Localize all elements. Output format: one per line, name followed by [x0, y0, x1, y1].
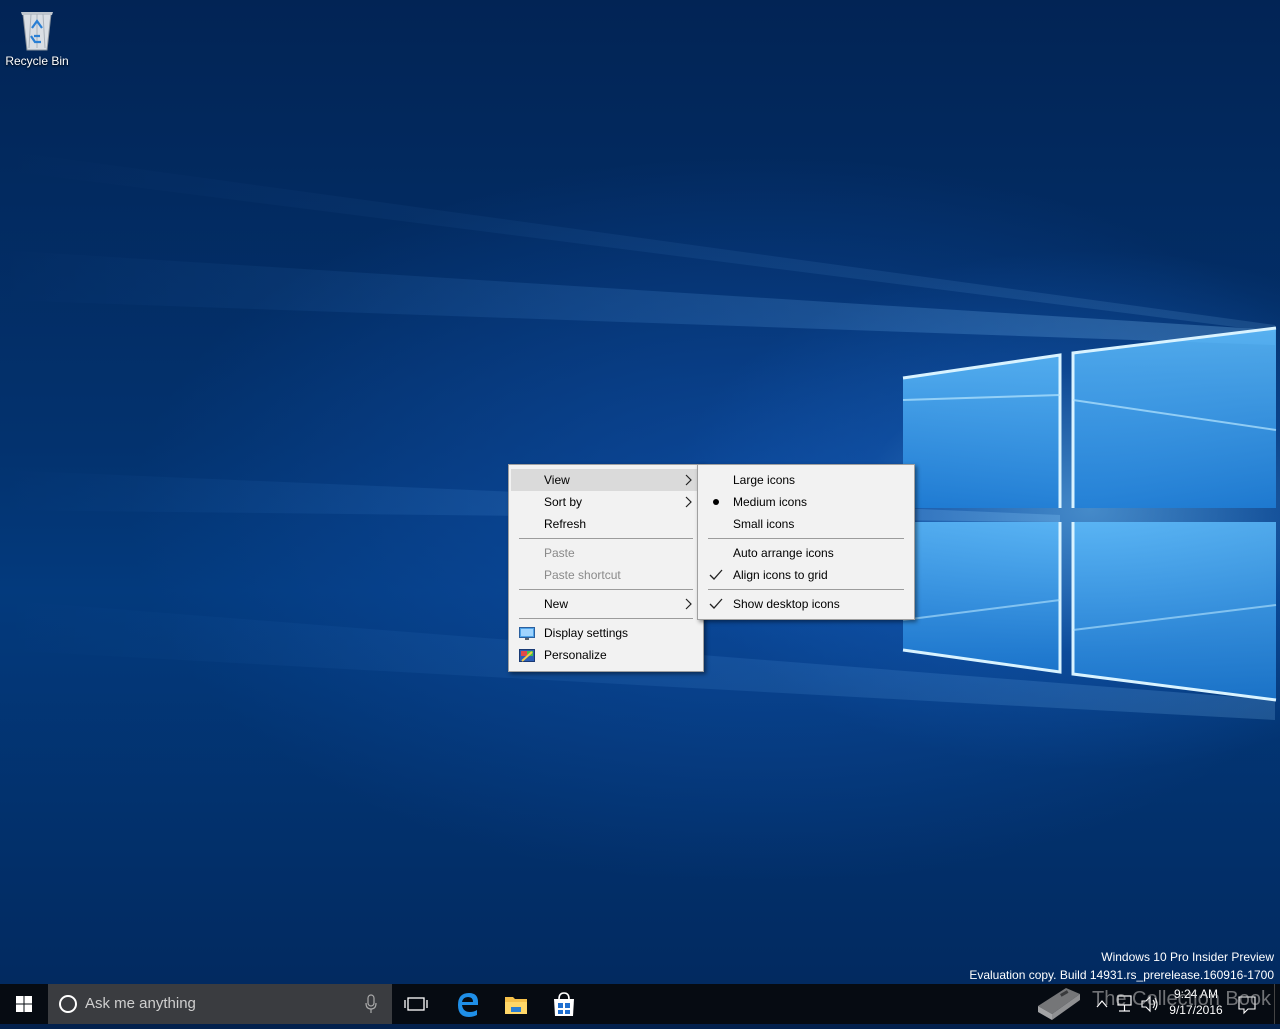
search-placeholder: Ask me anything: [85, 995, 196, 1012]
menu-item-personalize-label: Personalize: [544, 648, 607, 662]
menu-item-personalize[interactable]: Personalize: [511, 644, 701, 666]
menu-separator: [708, 589, 904, 590]
menu-item-align-icons-to-grid-label: Align icons to grid: [733, 568, 828, 582]
menu-item-auto-arrange-icons-label: Auto arrange icons: [733, 546, 834, 560]
menu-separator: [519, 589, 693, 590]
microphone-icon[interactable]: [364, 994, 378, 1014]
menu-item-view-label: View: [544, 473, 570, 487]
menu-item-medium-icons-label: Medium icons: [733, 495, 808, 509]
menu-item-view[interactable]: View: [511, 469, 701, 491]
collection-book-text: The Collection Book: [1092, 988, 1271, 1010]
task-view-icon: [404, 997, 428, 1011]
cortana-search-box[interactable]: Ask me anything: [48, 984, 392, 1024]
recycle-bin-label: Recycle Bin: [5, 54, 69, 68]
menu-item-sort-by[interactable]: Sort by: [511, 491, 701, 513]
menu-item-paste-label: Paste: [544, 546, 575, 560]
menu-item-show-desktop-icons[interactable]: Show desktop icons: [700, 593, 912, 615]
book-icon: [1038, 988, 1080, 1020]
menu-separator: [519, 618, 693, 619]
menu-item-show-desktop-icons-label: Show desktop icons: [733, 597, 840, 611]
menu-item-paste[interactable]: Paste: [511, 542, 701, 564]
menu-item-small-icons-label: Small icons: [733, 517, 795, 531]
menu-item-large-icons[interactable]: Large icons: [700, 469, 912, 491]
menu-item-sort-by-label: Sort by: [544, 495, 583, 509]
windows-logo-icon: [16, 996, 32, 1012]
menu-item-small-icons[interactable]: Small icons: [700, 513, 912, 535]
menu-item-medium-icons[interactable]: Medium icons: [700, 491, 912, 513]
start-button[interactable]: [0, 984, 48, 1024]
edge-button[interactable]: [444, 984, 492, 1024]
cortana-circle-icon: [59, 995, 77, 1013]
file-explorer-button[interactable]: [492, 984, 540, 1024]
menu-item-paste-shortcut-label: Paste shortcut: [544, 568, 621, 582]
desktop[interactable]: Recycle Bin View Sort by Refresh Paste P…: [0, 0, 1280, 984]
store-button[interactable]: [540, 984, 588, 1024]
menu-item-refresh[interactable]: Refresh: [511, 513, 701, 535]
menu-separator: [708, 538, 904, 539]
store-icon: [554, 992, 574, 1016]
menu-item-display-settings[interactable]: Display settings: [511, 622, 701, 644]
collection-book-overlay: The Collection Book: [1030, 976, 1280, 1024]
desktop-context-menu: View Sort by Refresh Paste Paste shortcu…: [508, 464, 704, 672]
recycle-bin-shortcut[interactable]: Recycle Bin: [4, 6, 70, 78]
menu-item-align-icons-to-grid[interactable]: Align icons to grid: [700, 564, 912, 586]
menu-separator: [519, 538, 693, 539]
view-submenu: Large icons Medium icons Small icons Aut…: [697, 464, 915, 620]
menu-item-paste-shortcut[interactable]: Paste shortcut: [511, 564, 701, 586]
edge-icon: [458, 993, 478, 1017]
menu-item-auto-arrange-icons[interactable]: Auto arrange icons: [700, 542, 912, 564]
radio-bullet-icon: [713, 499, 719, 505]
checkmark-icon: [709, 593, 723, 622]
personalize-icon: [519, 648, 535, 670]
menu-item-new[interactable]: New: [511, 593, 701, 615]
recycle-bin-icon: [21, 12, 53, 51]
menu-item-large-icons-label: Large icons: [733, 473, 796, 487]
build-watermark-line1: Windows 10 Pro Insider Preview: [1101, 950, 1274, 964]
menu-item-new-label: New: [544, 597, 569, 611]
menu-item-refresh-label: Refresh: [544, 517, 587, 531]
file-explorer-icon: [505, 997, 527, 1014]
menu-item-display-settings-label: Display settings: [544, 626, 629, 640]
task-view-button[interactable]: [392, 984, 440, 1024]
